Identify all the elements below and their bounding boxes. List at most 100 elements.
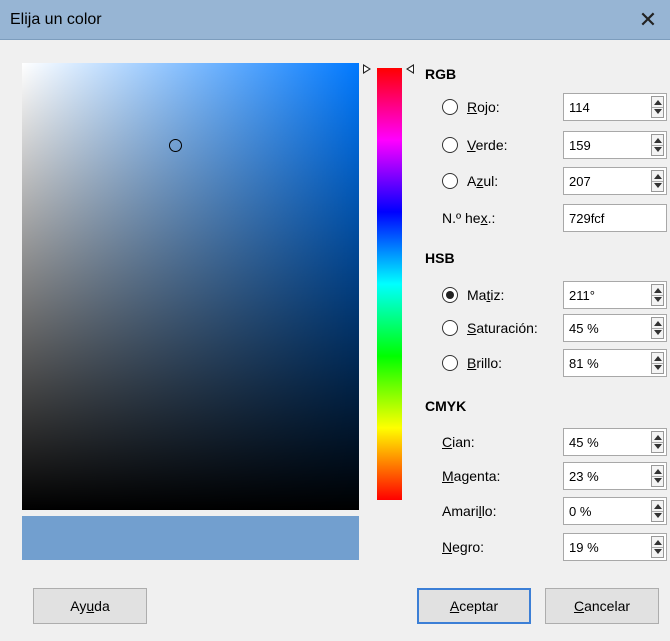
negro-value[interactable]: 19 % [569, 540, 599, 555]
label-magenta-mnemonic: M [442, 468, 454, 484]
label-cian: Cian: [442, 434, 475, 450]
radio-saturacion[interactable] [442, 320, 458, 336]
label-negro-mnemonic: N [442, 539, 453, 555]
radio-brillo[interactable] [442, 355, 458, 371]
spin-up-icon[interactable] [654, 356, 662, 361]
cancel-button-mnemonic: C [573, 598, 585, 614]
amarillo-spinbox[interactable]: 0 % [563, 497, 667, 525]
hex-value[interactable]: 729fcf [569, 211, 604, 226]
color-preview-swatch [22, 516, 359, 560]
saturacion-value[interactable]: 45 % [569, 321, 599, 336]
magenta-spinbox[interactable]: 23 % [563, 462, 667, 490]
verde-spinbox[interactable]: 159 [563, 131, 667, 159]
label-rojo: Rojo: [467, 99, 500, 115]
label-brillo-mnemonic: B [467, 355, 477, 371]
label-verde: Verde: [467, 137, 508, 153]
hex-input[interactable]: 729fcf [563, 204, 667, 232]
label-azul: Azul: [467, 173, 498, 189]
matiz-spin-arrows[interactable] [651, 284, 664, 306]
spin-down-icon[interactable] [654, 147, 662, 152]
cian-value[interactable]: 45 % [569, 435, 599, 450]
amarillo-value[interactable]: 0 % [569, 504, 591, 519]
spin-down-icon[interactable] [654, 109, 662, 114]
rojo-value[interactable]: 114 [569, 100, 590, 115]
azul-value[interactable]: 207 [569, 174, 591, 189]
label-verde-rest: erde: [475, 137, 508, 153]
close-icon[interactable]: ✕ [626, 0, 670, 40]
matiz-spinbox[interactable]: 211° [563, 281, 667, 309]
label-negro-rest: egro: [452, 539, 485, 555]
spin-up-icon[interactable] [654, 100, 662, 105]
spin-down-icon[interactable] [654, 478, 662, 483]
spin-up-icon[interactable] [654, 469, 662, 474]
spin-up-icon[interactable] [654, 435, 662, 440]
label-cian-mnemonic: C [442, 434, 453, 450]
label-matiz-pre: Ma [467, 287, 487, 303]
help-button[interactable]: Ayuda [33, 588, 147, 624]
verde-spin-arrows[interactable] [651, 134, 664, 156]
rojo-spin-arrows[interactable] [651, 96, 664, 118]
spin-down-icon[interactable] [654, 365, 662, 370]
saturacion-spin-arrows[interactable] [651, 317, 664, 339]
label-hex: N.º hex.: [442, 210, 495, 226]
dialog-title: Elija un color [10, 11, 102, 28]
spin-down-icon[interactable] [654, 513, 662, 518]
label-verde-mnemonic: V [467, 137, 476, 153]
negro-spin-arrows[interactable] [651, 536, 664, 558]
cian-spinbox[interactable]: 45 % [563, 428, 667, 456]
label-brillo-rest: rillo: [476, 355, 503, 371]
label-rojo-rest: ojo: [477, 99, 500, 115]
azul-spinbox[interactable]: 207 [563, 167, 667, 195]
magenta-value[interactable]: 23 % [569, 469, 599, 484]
brillo-spinbox[interactable]: 81 % [563, 349, 667, 377]
verde-value[interactable]: 159 [569, 138, 591, 153]
spin-up-icon[interactable] [654, 174, 662, 179]
label-amarillo-rest: lo: [481, 503, 497, 519]
spin-down-icon[interactable] [654, 297, 662, 302]
spin-up-icon[interactable] [654, 504, 662, 509]
rojo-spinbox[interactable]: 114 [563, 93, 667, 121]
cancel-button[interactable]: Cancelar [545, 588, 659, 624]
help-button-mnemonic: u [86, 598, 95, 614]
saturacion-spinbox[interactable]: 45 % [563, 314, 667, 342]
magenta-spin-arrows[interactable] [651, 465, 664, 487]
spin-up-icon[interactable] [654, 288, 662, 293]
amarillo-spin-arrows[interactable] [651, 500, 664, 522]
cmyk-section-title: CMYK [425, 398, 467, 414]
negro-spinbox[interactable]: 19 % [563, 533, 667, 561]
radio-rojo[interactable] [442, 99, 458, 115]
cancel-button-rest: ancelar [584, 598, 631, 614]
radio-azul[interactable] [442, 173, 458, 189]
help-button-rest: da [94, 598, 110, 614]
rgb-section-title: RGB [425, 66, 457, 82]
spin-up-icon[interactable] [654, 138, 662, 143]
brillo-spin-arrows[interactable] [651, 352, 664, 374]
hue-slider[interactable] [377, 68, 402, 500]
azul-spin-arrows[interactable] [651, 170, 664, 192]
cian-spin-arrows[interactable] [651, 431, 664, 453]
accept-button-rest: ceptar [459, 598, 499, 614]
label-negro: Negro: [442, 539, 484, 555]
spin-down-icon[interactable] [654, 444, 662, 449]
matiz-value[interactable]: 211° [569, 288, 595, 303]
hue-slider-right-arrow-icon[interactable] [406, 64, 414, 74]
accept-button-mnemonic: A [449, 598, 460, 614]
hsb-section-title: HSB [425, 250, 455, 266]
saturation-brightness-field[interactable] [22, 63, 359, 510]
spin-down-icon[interactable] [654, 549, 662, 554]
spin-down-icon[interactable] [654, 330, 662, 335]
spin-up-icon[interactable] [654, 540, 662, 545]
accept-button[interactable]: Aceptar [417, 588, 531, 624]
spin-down-icon[interactable] [654, 183, 662, 188]
help-button-pre: Ay [70, 598, 87, 614]
brillo-value[interactable]: 81 % [569, 356, 599, 371]
radio-matiz[interactable] [442, 287, 458, 303]
hue-slider-left-arrow-icon[interactable] [363, 64, 371, 74]
label-hex-rest: .: [487, 210, 496, 226]
spin-up-icon[interactable] [654, 321, 662, 326]
color-cursor-handle[interactable] [169, 139, 182, 152]
label-saturacion-rest: aturación: [476, 320, 538, 336]
radio-verde[interactable] [442, 137, 458, 153]
label-saturacion: Saturación: [467, 320, 538, 336]
label-rojo-mnemonic: R [467, 99, 478, 115]
